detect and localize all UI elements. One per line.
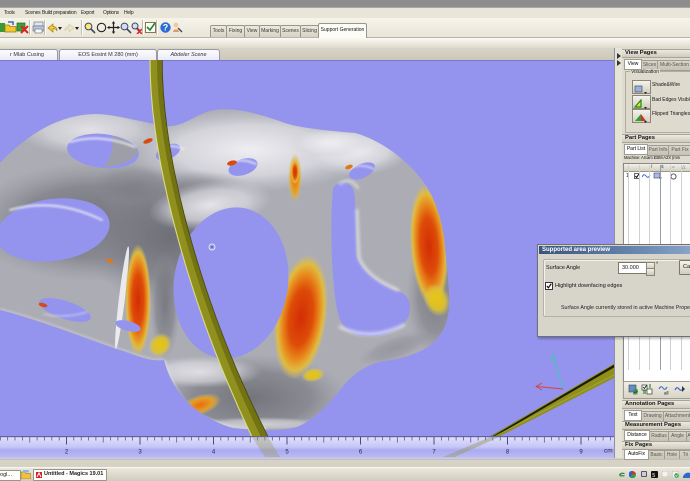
svg-text:5: 5 xyxy=(652,472,655,477)
svg-text:all: all xyxy=(664,391,669,396)
svg-text:cm: cm xyxy=(604,448,613,455)
svg-text:?: ? xyxy=(163,23,169,33)
svg-text:all: all xyxy=(633,391,638,396)
